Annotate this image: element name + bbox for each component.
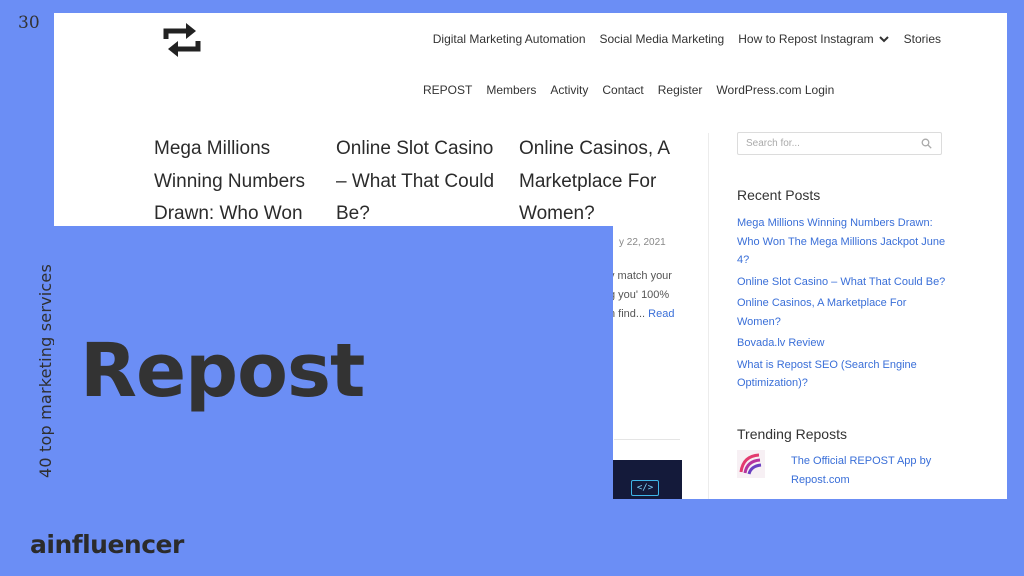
recent-post-link[interactable]: Mega Millions Winning Numbers Drawn: Who… bbox=[737, 214, 952, 270]
excerpt-line: n find... Read bbox=[609, 308, 675, 320]
secondary-nav: REPOST Members Activity Contact Register… bbox=[423, 83, 834, 97]
repost-app-icon[interactable] bbox=[737, 450, 765, 478]
recent-post-link[interactable]: Bovada.lv Review bbox=[737, 334, 952, 353]
excerpt-line: g you' 100% bbox=[609, 289, 670, 301]
nav-social-media-marketing[interactable]: Social Media Marketing bbox=[600, 32, 725, 46]
ainfluencer-logo: ainfluencer bbox=[30, 530, 184, 559]
search-icon[interactable] bbox=[921, 138, 932, 149]
nav-stories[interactable]: Stories bbox=[904, 32, 941, 46]
post-thumbnail[interactable]: </> bbox=[609, 460, 682, 499]
recent-post-link[interactable]: Online Casinos, A Marketplace For Women? bbox=[737, 294, 952, 331]
recent-posts-heading: Recent Posts bbox=[737, 187, 821, 203]
trending-post-link[interactable]: The Official REPOST App by Repost.com bbox=[791, 452, 941, 489]
nav-how-to-repost-instagram[interactable]: How to Repost Instagram bbox=[738, 32, 889, 46]
repost-logo-icon[interactable] bbox=[162, 23, 202, 57]
divider bbox=[614, 439, 680, 440]
nav-digital-marketing-automation[interactable]: Digital Marketing Automation bbox=[433, 32, 586, 46]
read-more-link[interactable]: Read bbox=[648, 308, 674, 320]
slide-title: Repost bbox=[80, 328, 365, 414]
nav-repost[interactable]: REPOST bbox=[423, 83, 472, 97]
excerpt-line: y match your bbox=[609, 270, 672, 282]
post-date: y 22, 2021 bbox=[619, 237, 666, 248]
post-title[interactable]: Online Slot Casino – What That Could Be? bbox=[336, 133, 506, 231]
side-caption: 40 top marketing services bbox=[36, 263, 55, 478]
nav-members[interactable]: Members bbox=[486, 83, 536, 97]
post-title[interactable]: Mega Millions Winning Numbers Drawn: Who… bbox=[154, 133, 324, 231]
recent-post-link[interactable]: What is Repost SEO (Search Engine Optimi… bbox=[737, 356, 952, 393]
code-icon: </> bbox=[631, 480, 659, 496]
sidebar-divider bbox=[708, 133, 709, 499]
post-title[interactable]: Online Casinos, A Marketplace For Women? bbox=[519, 133, 689, 231]
trending-reposts-heading: Trending Reposts bbox=[737, 426, 847, 442]
chevron-down-icon bbox=[878, 36, 889, 43]
post-excerpt: y match your g you' 100% n find... Read bbox=[609, 267, 694, 324]
nav-register[interactable]: Register bbox=[658, 83, 703, 97]
nav-wordpress-login[interactable]: WordPress.com Login bbox=[716, 83, 834, 97]
recent-post-link[interactable]: Online Slot Casino – What That Could Be? bbox=[737, 273, 952, 292]
nav-activity[interactable]: Activity bbox=[550, 83, 588, 97]
primary-nav: Digital Marketing Automation Social Medi… bbox=[433, 32, 941, 46]
search-input[interactable] bbox=[737, 132, 942, 155]
nav-contact[interactable]: Contact bbox=[602, 83, 643, 97]
slide-number: 30 bbox=[18, 13, 40, 33]
recent-posts-list: Mega Millions Winning Numbers Drawn: Who… bbox=[737, 214, 952, 396]
